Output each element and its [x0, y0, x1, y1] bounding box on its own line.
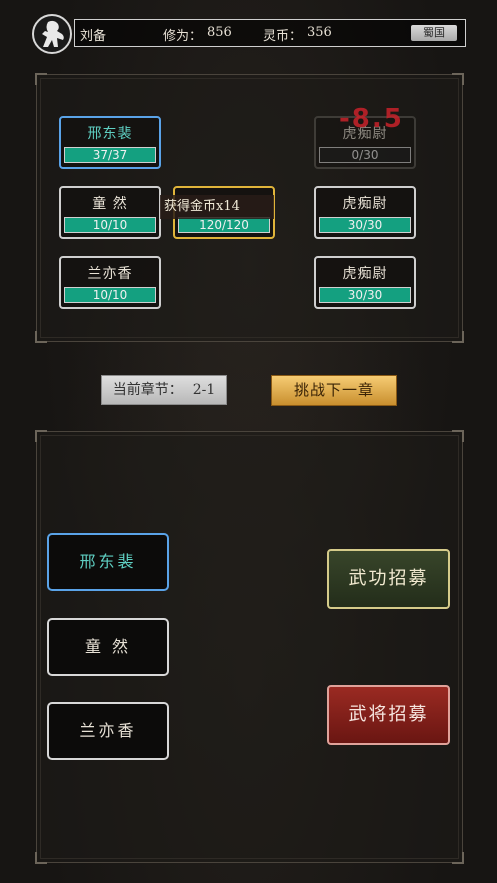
unit-name: 邢东裴: [87, 126, 133, 142]
kingdom-button[interactable]: 蜀国: [411, 25, 457, 41]
ally-card[interactable]: 兰亦香 10/10: [59, 256, 161, 309]
hp-bar: 10/10: [64, 287, 156, 303]
hp-value: 120/120: [199, 218, 249, 232]
coins-label: 灵币：: [263, 29, 303, 44]
hp-bar: 0/30: [319, 147, 411, 163]
hp-bar: 120/120: [178, 217, 270, 233]
reward-popup: 获得金币x14: [160, 195, 274, 219]
next-chapter-button[interactable]: 挑战下一章: [271, 375, 397, 406]
hp-bar: 37/37: [64, 147, 156, 163]
coins-value: 356: [307, 25, 332, 40]
hp-value: 10/10: [92, 288, 128, 302]
roster-general-button[interactable]: 童 然: [47, 618, 169, 676]
hp-value: 30/30: [347, 288, 383, 302]
hp-value: 0/30: [351, 148, 379, 162]
hp-bar: 10/10: [64, 217, 156, 233]
hp-value: 30/30: [347, 218, 383, 232]
ally-card[interactable]: 邢东裴 37/37: [59, 116, 161, 169]
cultivation-value: 856: [207, 25, 232, 40]
chapter-value: 2-1: [192, 382, 216, 398]
roster-general-button[interactable]: 邢东裴: [47, 533, 169, 591]
chapter-label: 当前章节：: [112, 382, 183, 398]
roster-general-button[interactable]: 兰亦香: [47, 702, 169, 760]
hp-value: 10/10: [92, 218, 128, 232]
player-info-bar: 刘备 修为： 856 灵币： 356 蜀国: [74, 19, 466, 47]
enemy-card[interactable]: 虎痴尉 30/30: [314, 256, 416, 309]
ally-card[interactable]: 童 然 10/10: [59, 186, 161, 239]
hp-bar: 30/30: [319, 217, 411, 233]
hp-value: 37/37: [92, 148, 128, 162]
hp-bar: 30/30: [319, 287, 411, 303]
cultivation-label: 修为：: [163, 29, 203, 44]
warrior-silhouette-icon: [42, 20, 64, 47]
player-name: 刘备: [80, 29, 107, 44]
unit-name: 虎痴尉: [342, 266, 388, 282]
enemy-card[interactable]: 虎痴尉 30/30: [314, 186, 416, 239]
player-avatar[interactable]: [32, 14, 72, 54]
damage-popup: -8.5: [339, 104, 404, 134]
skill-recruit-button[interactable]: 武功招募: [327, 549, 450, 609]
current-chapter-display: 当前章节： 2-1: [101, 375, 227, 405]
general-recruit-button[interactable]: 武将招募: [327, 685, 450, 745]
unit-name: 虎痴尉: [342, 196, 388, 212]
unit-name: 童 然: [92, 196, 128, 212]
unit-name: 兰亦香: [87, 266, 133, 282]
